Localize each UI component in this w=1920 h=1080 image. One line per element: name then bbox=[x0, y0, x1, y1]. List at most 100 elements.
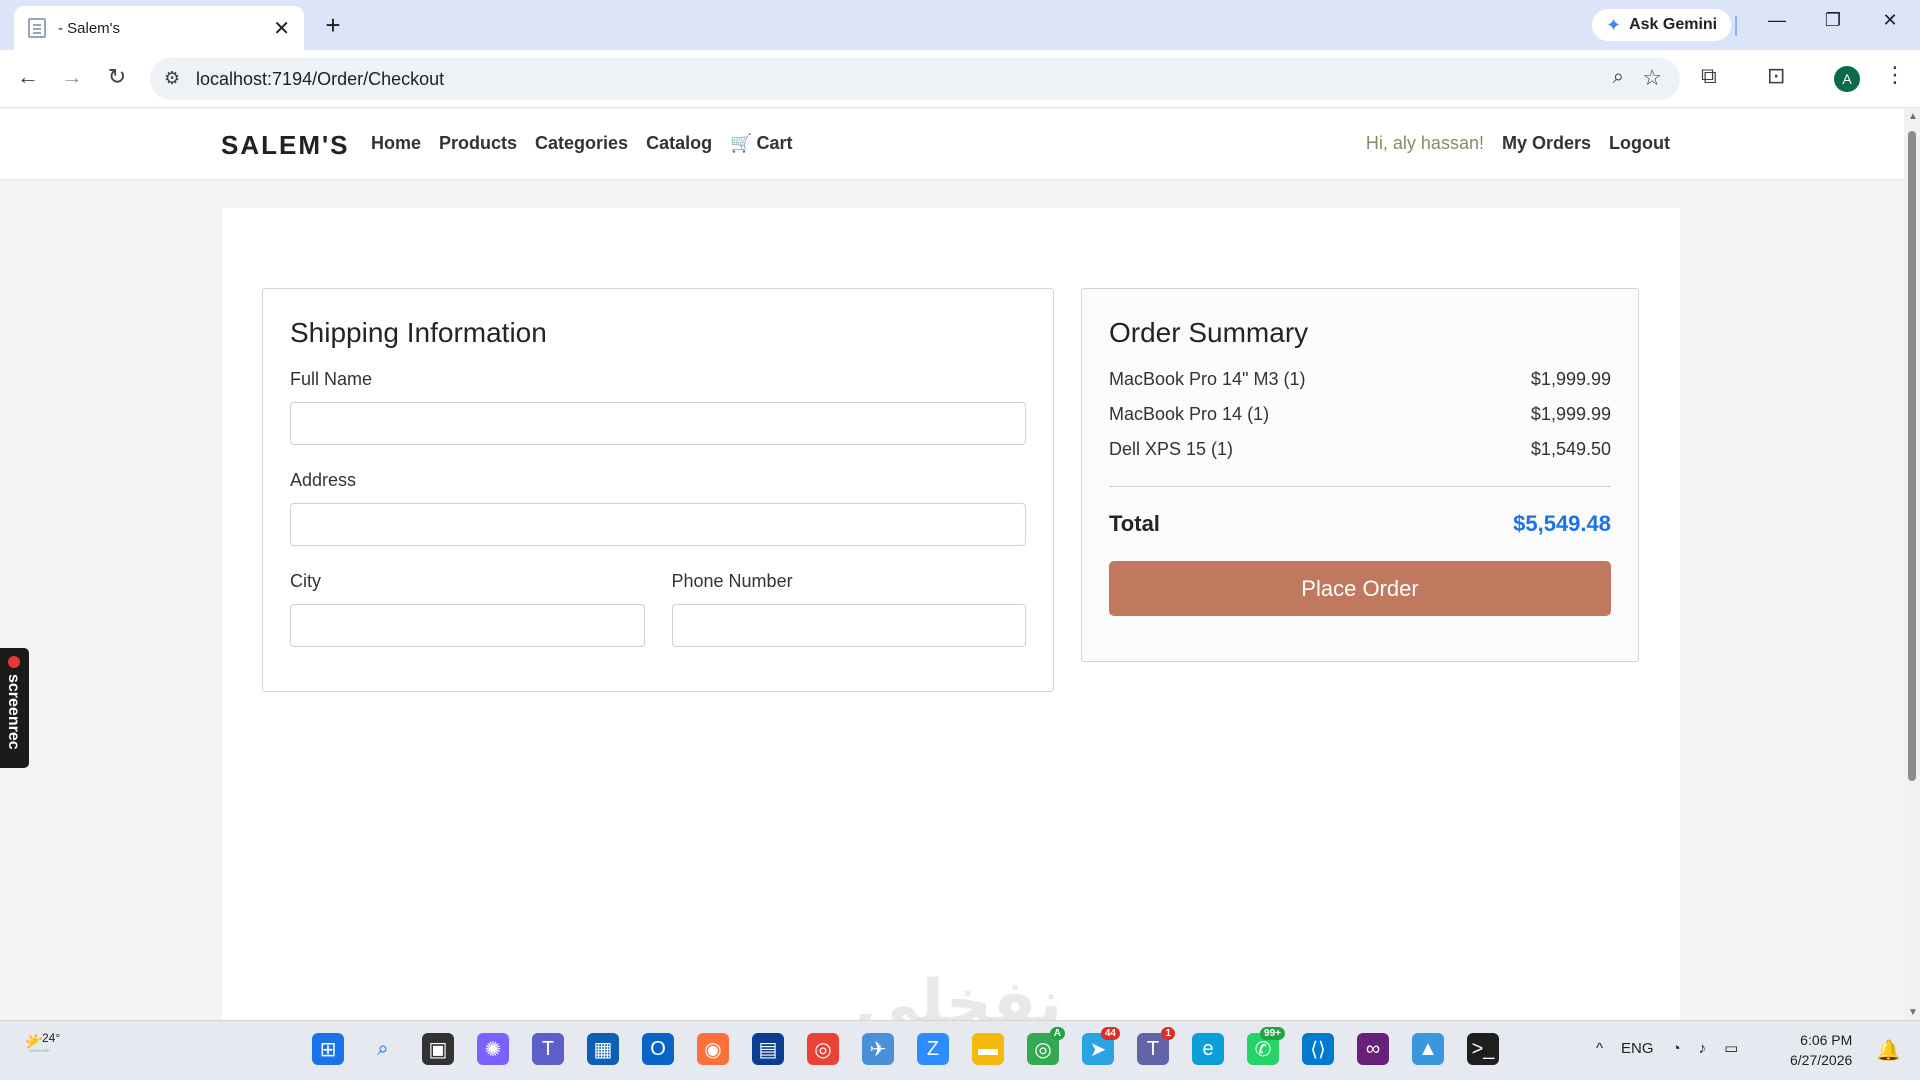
scroll-up-icon[interactable]: ▲ bbox=[1908, 111, 1918, 122]
address-input[interactable] bbox=[290, 503, 1026, 546]
chevron-up-icon[interactable]: ^ bbox=[1596, 1040, 1603, 1057]
close-window-icon[interactable]: ✕ bbox=[1870, 10, 1910, 31]
chrome-badge: A bbox=[1049, 1027, 1065, 1040]
site-brand[interactable]: SALEM'S bbox=[221, 130, 350, 161]
phone-input[interactable] bbox=[671, 604, 1026, 647]
nav-categories[interactable]: Categories bbox=[535, 133, 628, 154]
copilot-icon[interactable]: ✺ bbox=[477, 1033, 509, 1065]
teams-badge: 1 bbox=[1161, 1027, 1175, 1040]
full-name-input[interactable] bbox=[290, 402, 1026, 445]
watermark-logo: نفخلى bbox=[855, 967, 1063, 1020]
cloud-app-icon[interactable]: ✈ bbox=[862, 1033, 894, 1065]
user-greeting: Hi, aly hassan! bbox=[1365, 133, 1484, 153]
address-label: Address bbox=[290, 470, 357, 490]
app-icon[interactable]: ▤ bbox=[752, 1033, 784, 1065]
phone-label: Phone Number bbox=[671, 571, 793, 591]
outlook-icon[interactable]: O bbox=[642, 1033, 674, 1065]
start-icon[interactable]: ⊞ bbox=[312, 1033, 344, 1065]
close-tab-icon[interactable]: ✕ bbox=[273, 16, 290, 41]
nav-user-area: Hi, aly hassan! My Orders Logout bbox=[1366, 133, 1670, 154]
task-view-icon[interactable]: ▣ bbox=[422, 1033, 454, 1065]
address-bar[interactable]: ⚙ localhost:7194/Order/Checkout ⌕ ☆ bbox=[150, 58, 1680, 100]
telegram-badge: 44 bbox=[1100, 1027, 1120, 1040]
bookmark-star-icon[interactable]: ☆ bbox=[1642, 65, 1662, 91]
whatsapp-icon[interactable]: ✆ 99+ bbox=[1247, 1027, 1285, 1065]
page-scrollbar[interactable]: ▲ ▼ bbox=[1904, 109, 1920, 1020]
photos-icon[interactable]: ▲ bbox=[1412, 1033, 1444, 1065]
firefox-icon[interactable]: ◉ bbox=[697, 1033, 729, 1065]
volume-icon[interactable]: ♪ bbox=[1699, 1040, 1707, 1057]
order-summary-title: Order Summary bbox=[1109, 317, 1309, 348]
my-orders-link[interactable]: My Orders bbox=[1502, 133, 1591, 154]
item-price: $1,999.99 bbox=[1530, 369, 1611, 389]
site-info-icon[interactable]: ⚙ bbox=[164, 68, 180, 89]
scrollbar-thumb[interactable] bbox=[1908, 131, 1916, 781]
edge-icon[interactable]: e bbox=[1192, 1033, 1224, 1065]
checkout-container: Shipping Information Full Name Address C… bbox=[222, 208, 1680, 1020]
place-order-button[interactable]: Place Order bbox=[1109, 561, 1611, 616]
visual-studio-icon[interactable]: ∞ bbox=[1357, 1033, 1389, 1065]
item-name: MacBook Pro 14" M3 (1) bbox=[1109, 369, 1306, 389]
taskbar-apps: ⊞ ⌕ ▣ ✺ T ▦ O ◉ ▤ ◎ ✈ Z ▬ ◎ A ➤ 44 T1 e ✆ 9… bbox=[312, 1027, 1499, 1065]
city-label: City bbox=[290, 571, 321, 591]
chrome-profile-icon[interactable]: ◎ A bbox=[1027, 1027, 1065, 1065]
zoom-icon[interactable]: ⌕ bbox=[1613, 66, 1624, 89]
browser-menu-icon[interactable]: ⋮ bbox=[1884, 62, 1906, 88]
site-navbar: SALEM'S Home Products Categories Catalog… bbox=[0, 109, 1904, 179]
profile-avatar[interactable]: A bbox=[1834, 66, 1860, 92]
list-item: MacBook Pro 14 (1) $1,999.99 bbox=[1109, 404, 1611, 425]
taskbar-clock[interactable]: 6:06 PM 6/27/2026 bbox=[1790, 1030, 1852, 1070]
screenrec-widget[interactable]: screenrec bbox=[0, 648, 29, 768]
browser-toolbar: ← → ↻ ⚙ localhost:7194/Order/Checkout ⌕ … bbox=[0, 50, 1920, 108]
shipping-title: Shipping Information bbox=[290, 317, 547, 348]
battery-icon[interactable]: ▭ bbox=[1724, 1039, 1738, 1057]
file-explorer-icon[interactable]: ▬ bbox=[972, 1033, 1004, 1065]
cart-icon: 🛒 bbox=[730, 133, 753, 153]
back-arrow-icon[interactable]: ← bbox=[13, 64, 43, 90]
telegram-icon[interactable]: ➤ 44 bbox=[1082, 1027, 1120, 1065]
city-input[interactable] bbox=[290, 604, 645, 647]
ask-gemini-button[interactable]: ✦ Ask Gemini bbox=[1592, 9, 1732, 41]
new-tab-button[interactable]: + bbox=[318, 10, 348, 41]
terminal-icon[interactable]: >_ bbox=[1467, 1033, 1499, 1065]
gemini-spark-icon: ✦ bbox=[1606, 14, 1622, 35]
extensions-puzzle-icon[interactable]: ⧉ bbox=[1701, 63, 1717, 89]
tab-search-icon[interactable]: ⊡ bbox=[1767, 63, 1785, 89]
tab-title: - Salem's bbox=[58, 19, 121, 37]
nav-home[interactable]: Home bbox=[371, 133, 421, 154]
order-summary-card: Order Summary MacBook Pro 14" M3 (1) $1,… bbox=[1081, 288, 1639, 662]
reload-icon[interactable]: ↻ bbox=[102, 64, 132, 90]
nav-cart[interactable]: 🛒 Cart bbox=[730, 133, 792, 154]
item-name: Dell XPS 15 (1) bbox=[1109, 439, 1234, 459]
logout-link[interactable]: Logout bbox=[1609, 133, 1670, 154]
system-tray: ^ ENG ◔ ♪ ▭ bbox=[1596, 1039, 1738, 1058]
item-price: $1,549.50 bbox=[1530, 439, 1611, 459]
total-label: Total bbox=[1109, 511, 1160, 536]
restore-window-icon[interactable]: ❐ bbox=[1813, 10, 1853, 31]
scroll-down-icon[interactable]: ▼ bbox=[1908, 1007, 1918, 1018]
browser-tab[interactable]: - Salem's ✕ bbox=[14, 6, 304, 50]
store-icon[interactable]: ▦ bbox=[587, 1033, 619, 1065]
notification-bell-icon[interactable]: 🔔 bbox=[1876, 1038, 1901, 1063]
wifi-icon[interactable]: ◔ bbox=[1672, 1040, 1681, 1057]
search-icon[interactable]: ⌕ bbox=[367, 1033, 399, 1065]
nav-cart-label: Cart bbox=[756, 133, 793, 153]
summary-divider bbox=[1109, 486, 1611, 487]
nav-links: Home Products Categories Catalog 🛒 Cart bbox=[371, 133, 793, 154]
forward-arrow-icon[interactable]: → bbox=[57, 64, 87, 90]
web-page: SALEM'S Home Products Categories Catalog… bbox=[0, 109, 1904, 1020]
whatsapp-badge: 99+ bbox=[1260, 1027, 1285, 1040]
chrome-icon[interactable]: ◎ bbox=[807, 1033, 839, 1065]
nav-products[interactable]: Products bbox=[439, 133, 517, 154]
page-favicon-icon bbox=[28, 18, 46, 38]
language-indicator[interactable]: ENG bbox=[1621, 1040, 1654, 1057]
minimize-window-icon[interactable]: — bbox=[1757, 10, 1797, 31]
teams-work-icon[interactable]: T1 bbox=[1137, 1027, 1175, 1065]
zoom-icon[interactable]: Z bbox=[917, 1033, 949, 1065]
item-price: $1,999.99 bbox=[1530, 404, 1611, 424]
teams-icon[interactable]: T bbox=[532, 1033, 564, 1065]
record-dot-icon bbox=[8, 656, 20, 668]
city-column: City bbox=[290, 571, 645, 672]
vscode-icon[interactable]: ⟨⟩ bbox=[1302, 1033, 1334, 1065]
nav-catalog[interactable]: Catalog bbox=[646, 133, 712, 154]
